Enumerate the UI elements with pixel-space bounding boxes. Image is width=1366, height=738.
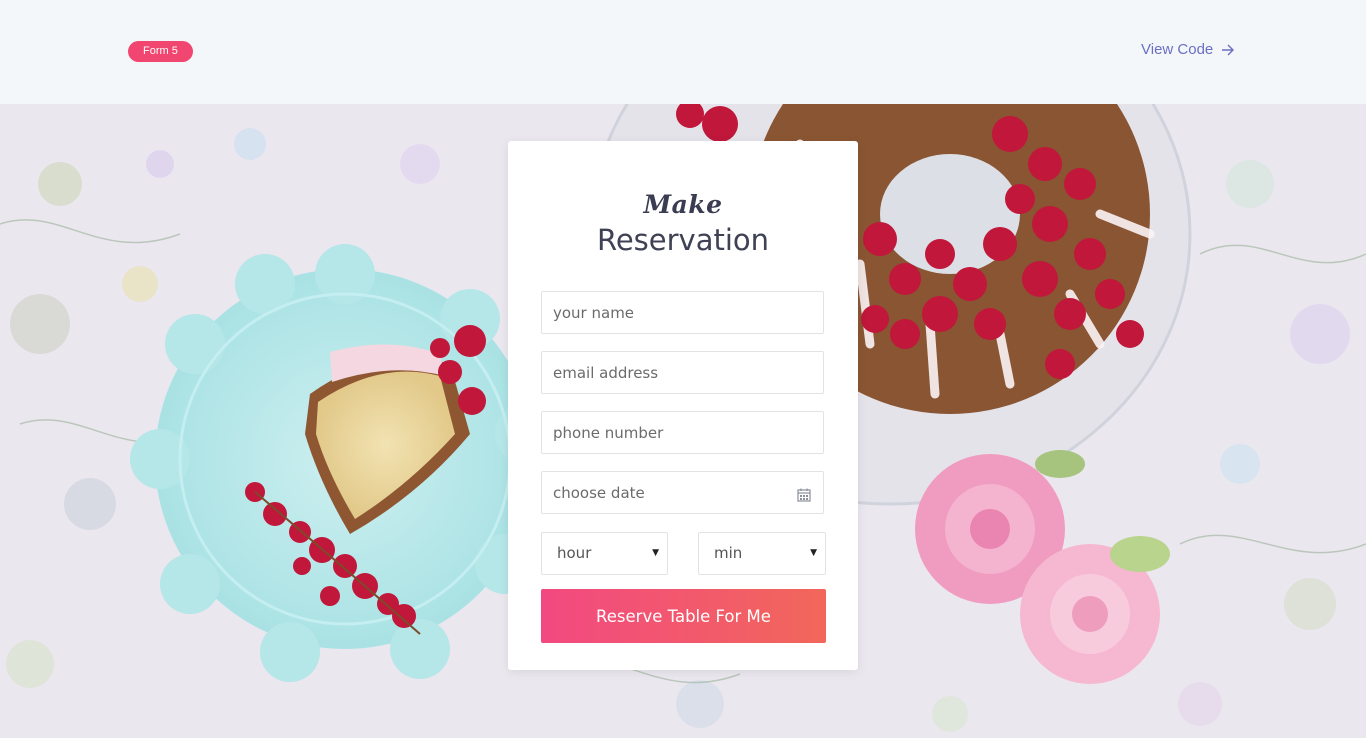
view-code-link[interactable]: View Code <box>1141 40 1235 60</box>
min-select-value: min <box>714 544 743 562</box>
min-select[interactable]: min ▼ <box>698 532 826 575</box>
chevron-down-icon: ▼ <box>810 548 817 558</box>
page-title: Reservation <box>596 223 770 257</box>
phone-input[interactable] <box>541 411 824 454</box>
top-bar: Form 5 View Code <box>0 0 1366 104</box>
name-input[interactable] <box>541 291 824 334</box>
arrow-right-icon <box>1222 44 1235 56</box>
date-input[interactable] <box>541 471 824 514</box>
hour-select-value: hour <box>557 544 592 562</box>
title-script: Make <box>643 190 723 219</box>
calendar-icon <box>797 488 811 502</box>
reservation-card: Make Reservation hour ▼ min ▼ Reserve Ta… <box>508 141 858 670</box>
form-badge: Form 5 <box>128 41 193 62</box>
view-code-label: View Code <box>1141 41 1214 58</box>
reserve-button[interactable]: Reserve Table For Me <box>541 589 826 643</box>
chevron-down-icon: ▼ <box>652 548 659 558</box>
email-input[interactable] <box>541 351 824 394</box>
hour-select[interactable]: hour ▼ <box>541 532 668 575</box>
